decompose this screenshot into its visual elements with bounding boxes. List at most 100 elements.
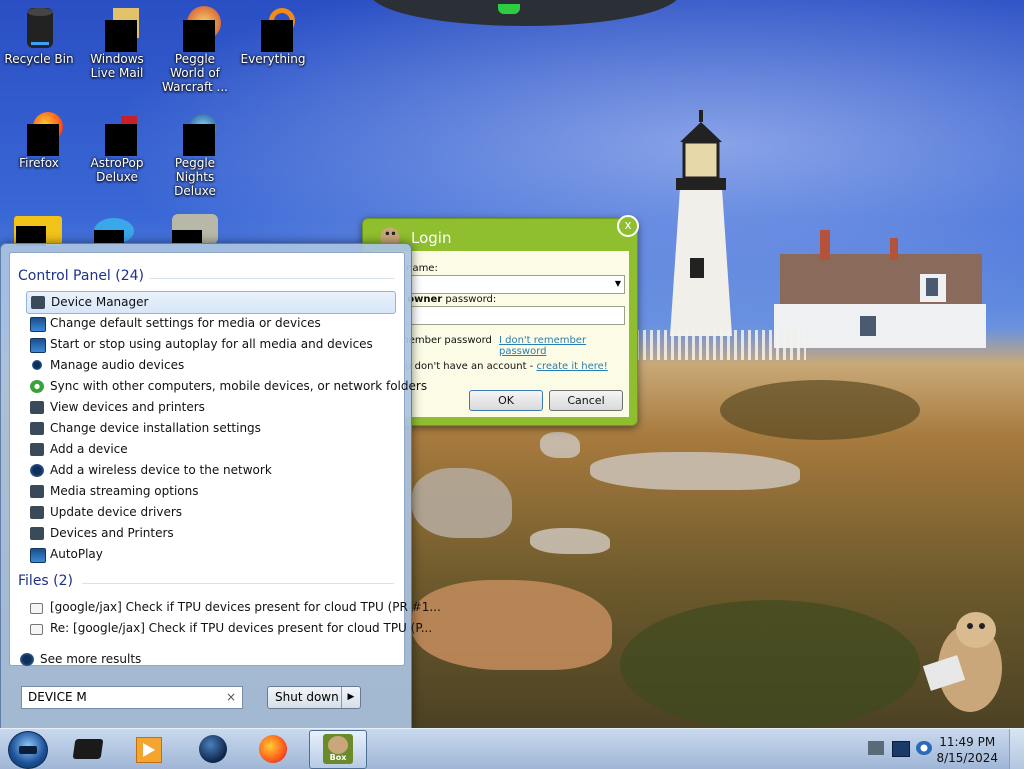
desktop-icon-everything[interactable]: Everything: [234, 6, 312, 66]
result-device-manager[interactable]: Device Manager: [26, 291, 396, 314]
recycle-bin-icon: [27, 8, 53, 48]
desktop-icon-label: Peggle World of Warcraft ...: [162, 52, 228, 94]
desktop-icon-label: AstroPop Deluxe: [90, 156, 144, 184]
media-center-icon[interactable]: [72, 733, 104, 765]
autoplay-icon: [30, 338, 46, 353]
fence: [636, 330, 806, 360]
start-menu[interactable]: Control Panel (24) Device Manager Change…: [0, 243, 441, 730]
desktop-icon-recycle-bin[interactable]: Recycle Bin: [0, 6, 78, 66]
redacted-icon: [183, 124, 215, 156]
clock[interactable]: 11:49 PM 8/15/2024: [936, 734, 998, 766]
remember-password-label[interactable]: member password: [399, 335, 492, 346]
password-label: t owner password:: [399, 294, 497, 305]
control-panel-header[interactable]: Control Panel (24): [18, 268, 144, 284]
desktop-icon-peggle-wow[interactable]: Peggle World of Warcraft ...: [156, 6, 234, 94]
shrub: [720, 380, 920, 440]
result-device-installation-settings[interactable]: Change device installation settings: [26, 418, 396, 439]
tray-network-icon[interactable]: [868, 741, 884, 755]
desktop-icon-label: Peggle Nights Deluxe: [174, 156, 216, 198]
box-app-icon: Box: [323, 734, 353, 764]
tray-sync-icon[interactable]: [916, 741, 932, 755]
rock: [412, 468, 512, 538]
start-search-input[interactable]: DEVICE M ×: [21, 686, 243, 709]
password-field[interactable]: [399, 306, 625, 325]
forgot-password-link[interactable]: I don't remember password: [499, 335, 629, 357]
result-change-default-media-settings[interactable]: Change default settings for media or dev…: [26, 313, 396, 334]
shutdown-options-arrow-icon[interactable]: ▶: [341, 687, 360, 708]
result-autoplay-toggle[interactable]: Start or stop using autoplay for all med…: [26, 334, 396, 355]
lighthouse-picture: [670, 110, 732, 336]
see-more-results[interactable]: See more results: [16, 649, 386, 670]
result-add-device[interactable]: Add a device: [26, 439, 396, 460]
device-settings-icon: [30, 422, 44, 435]
divider: [150, 278, 394, 279]
result-add-wireless-device[interactable]: Add a wireless device to the network: [26, 460, 396, 481]
files-header[interactable]: Files (2): [18, 573, 73, 589]
result-autoplay[interactable]: AutoPlay: [26, 544, 396, 565]
start-button-icon[interactable]: [8, 731, 48, 769]
desktop-icon-peggle-nights[interactable]: Peggle Nights Deluxe: [156, 110, 234, 198]
clear-search-icon[interactable]: ×: [226, 687, 236, 708]
media-streaming-icon: [30, 485, 44, 498]
clock-time: 11:49 PM: [939, 735, 996, 749]
devices-printers-icon: [30, 527, 44, 540]
result-devices-and-printers[interactable]: Devices and Printers: [26, 523, 396, 544]
devices-printers-icon: [30, 401, 44, 414]
device-manager-icon: [31, 296, 45, 309]
result-media-streaming[interactable]: Media streaming options: [26, 481, 396, 502]
firefox-icon[interactable]: [258, 733, 290, 765]
search-globe-icon: [20, 653, 34, 666]
redacted-icon: [105, 20, 137, 52]
sync-center-icon: [30, 380, 44, 393]
clock-date: 8/15/2024: [936, 751, 998, 765]
result-sync-center[interactable]: Sync with other computers, mobile device…: [26, 376, 427, 397]
desktop-icon-label: Recycle Bin: [4, 52, 74, 66]
close-icon[interactable]: x: [617, 215, 639, 237]
cancel-button[interactable]: Cancel: [549, 390, 623, 411]
globe-browser-icon[interactable]: [198, 733, 230, 765]
shutdown-button[interactable]: Shut down ▶: [267, 686, 361, 709]
show-desktop-button[interactable]: [1009, 729, 1024, 769]
shrub: [620, 600, 920, 728]
result-manage-audio[interactable]: Manage audio devices: [26, 355, 396, 376]
desktop-icon-partial[interactable]: [172, 214, 218, 244]
divider: [82, 583, 394, 584]
redacted-icon: [94, 230, 124, 244]
rock: [530, 528, 610, 554]
windows-logo-icon: [19, 746, 37, 754]
wireless-device-icon: [30, 464, 44, 477]
result-view-devices-printers[interactable]: View devices and printers: [26, 397, 396, 418]
desktop-icon-astropop[interactable]: AstroPop Deluxe: [78, 110, 156, 184]
create-account-link[interactable]: create it here!: [536, 361, 607, 372]
redacted-icon: [183, 20, 215, 52]
result-update-drivers[interactable]: Update device drivers: [26, 502, 396, 523]
desktop-icon-label: Everything: [240, 52, 306, 66]
gopher-gadget-icon[interactable]: [920, 606, 1010, 716]
rock: [540, 432, 580, 458]
chevron-down-icon[interactable]: ▼: [615, 279, 621, 288]
desktop-icon-partial[interactable]: [14, 216, 62, 246]
redacted-icon: [172, 230, 202, 244]
taskbar-active-app[interactable]: Box: [309, 730, 367, 769]
desktop-icon-firefox[interactable]: Firefox: [0, 110, 78, 170]
shutdown-label: Shut down: [275, 690, 339, 704]
autoplay-icon: [30, 548, 46, 563]
tray-display-icon[interactable]: [892, 741, 910, 757]
result-file-2[interactable]: Re: [google/jax] Check if TPU devices pr…: [26, 618, 432, 639]
login-title: Login: [411, 229, 452, 247]
add-device-icon: [30, 443, 44, 456]
autoplay-icon: [30, 317, 46, 332]
desktop-icon-label: Firefox: [19, 156, 59, 170]
taskbar: Box 11:49 PM 8/15/2024: [0, 728, 1024, 769]
ok-button[interactable]: OK: [469, 390, 543, 411]
result-file-1[interactable]: [google/jax] Check if TPU devices presen…: [26, 597, 441, 618]
desktop-icon-partial[interactable]: [94, 218, 134, 244]
box-app-label: Box: [329, 753, 347, 762]
speaker-icon: [32, 360, 42, 370]
desktop-icon-windows-live-mail[interactable]: Windows Live Mail: [78, 6, 156, 80]
windows-media-player-icon[interactable]: [134, 733, 166, 765]
mail-icon: [30, 624, 43, 635]
search-input-value: DEVICE M: [28, 690, 87, 704]
account-name-select[interactable]: ▼: [399, 275, 625, 294]
search-results-pane: Control Panel (24) Device Manager Change…: [9, 252, 441, 666]
